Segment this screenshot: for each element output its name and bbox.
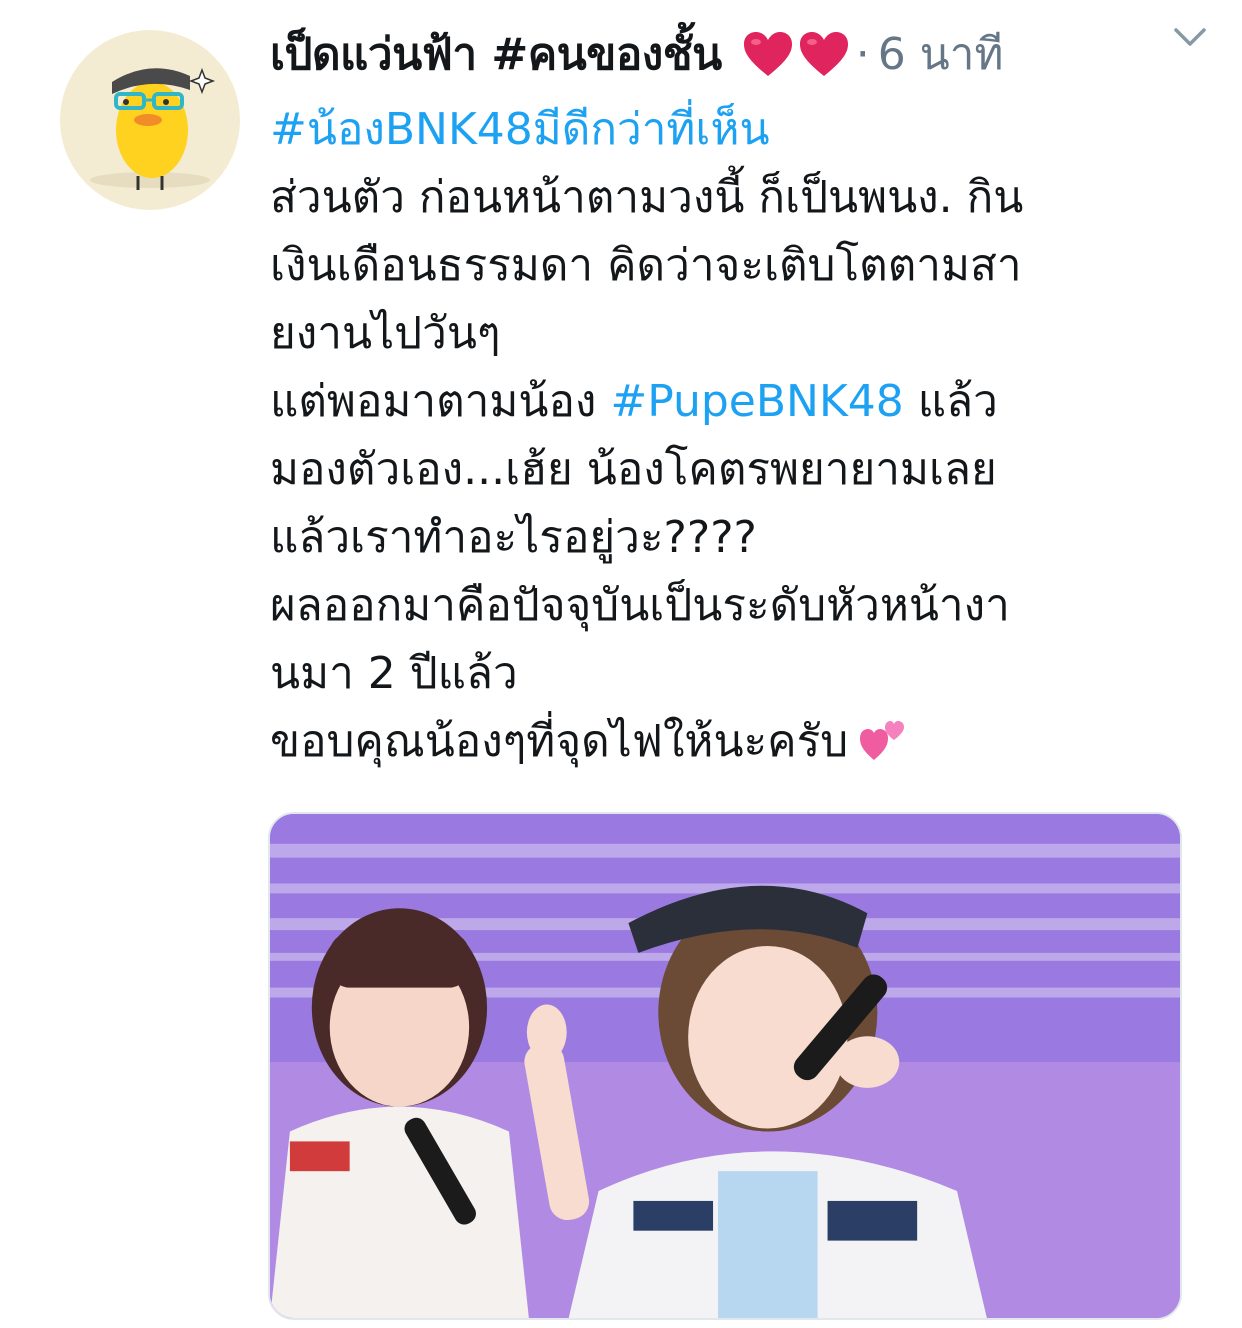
tweet-text-line: แล้วเราทำอะไรอยู่วะ???? <box>270 504 1190 572</box>
tweet-text-segment: เงินเดือนธรรมดา คิดว่าจะเติบโตตามสา <box>270 240 1022 291</box>
duck-avatar-icon <box>90 67 216 190</box>
two-hearts-icon <box>860 721 905 760</box>
heart-icon <box>799 32 848 76</box>
chevron-down-icon[interactable] <box>1168 14 1212 58</box>
tweet-text-line: นมา 2 ปีแล้ว <box>270 640 1190 708</box>
tweet-text-segment: ยงานไปวันๆ <box>270 308 501 359</box>
tweet-text-line: #น้องBNK48มีดีกว่าที่เห็น <box>270 96 1190 164</box>
tweet-text-line: เงินเดือนธรรมดา คิดว่าจะเติบโตตามสา <box>270 232 1190 300</box>
tweet-text-segment: ขอบคุณน้องๆที่จุดไฟให้นะครับ <box>270 716 849 767</box>
tweet-text-segment: แล้ว <box>903 376 998 427</box>
timestamp[interactable]: 6 นาที <box>878 19 1004 89</box>
tweet-text-segment: นมา 2 ปีแล้ว <box>270 648 518 699</box>
tweet-text-line: ผลออกมาคือปัจจุบันเป็นระดับหัวหน้างา <box>270 572 1190 640</box>
tweet-text: #น้องBNK48มีดีกว่าที่เห็นส่วนตัว ก่อนหน้… <box>270 96 1190 776</box>
tweet-text-segment: แล้วเราทำอะไรอยู่วะ???? <box>270 512 757 563</box>
tweet-text-line: มองตัวเอง...เฮ้ย น้องโคตรพยายามเลย <box>270 436 1190 504</box>
tweet-header: เป็ดแว่นฟ้า #คนของชั้น · 6 นาที <box>270 18 1210 90</box>
tweet-text-segment: มองตัวเอง...เฮ้ย น้องโคตรพยายามเลย <box>270 444 997 495</box>
hashtag-link[interactable]: #น้องBNK48มีดีกว่าที่เห็น <box>270 104 770 155</box>
tweet-text-line: ยงานไปวันๆ <box>270 300 1190 368</box>
tweet-photo[interactable] <box>268 812 1182 1320</box>
avatar[interactable] <box>60 30 240 210</box>
tweet[interactable]: เป็ดแว่นฟ้า #คนของชั้น · 6 นาที #น้องBNK… <box>0 0 1242 1328</box>
tweet-text-line: ขอบคุณน้องๆที่จุดไฟให้นะครับ <box>270 708 1190 776</box>
tweet-text-segment: แต่พอมาตามน้อง <box>270 376 611 427</box>
hashtag-link[interactable]: #PupeBNK48 <box>610 376 903 427</box>
tweet-text-line: ส่วนตัว ก่อนหน้าตามวงนี้ ก็เป็นพนง. กิน <box>270 164 1190 232</box>
heart-icon <box>743 32 792 76</box>
display-name[interactable]: เป็ดแว่นฟ้า #คนของชั้น <box>270 19 722 89</box>
tweet-text-line: แต่พอมาตามน้อง #PupeBNK48 แล้ว <box>270 368 1190 436</box>
name-emoji <box>742 30 850 78</box>
tweet-text-segment: ส่วนตัว ก่อนหน้าตามวงนี้ ก็เป็นพนง. กิน <box>270 172 1024 223</box>
concert-photo-image <box>270 814 1180 1318</box>
meta-separator: · <box>855 28 870 80</box>
tweet-text-segment: ผลออกมาคือปัจจุบันเป็นระดับหัวหน้างา <box>270 580 1010 631</box>
